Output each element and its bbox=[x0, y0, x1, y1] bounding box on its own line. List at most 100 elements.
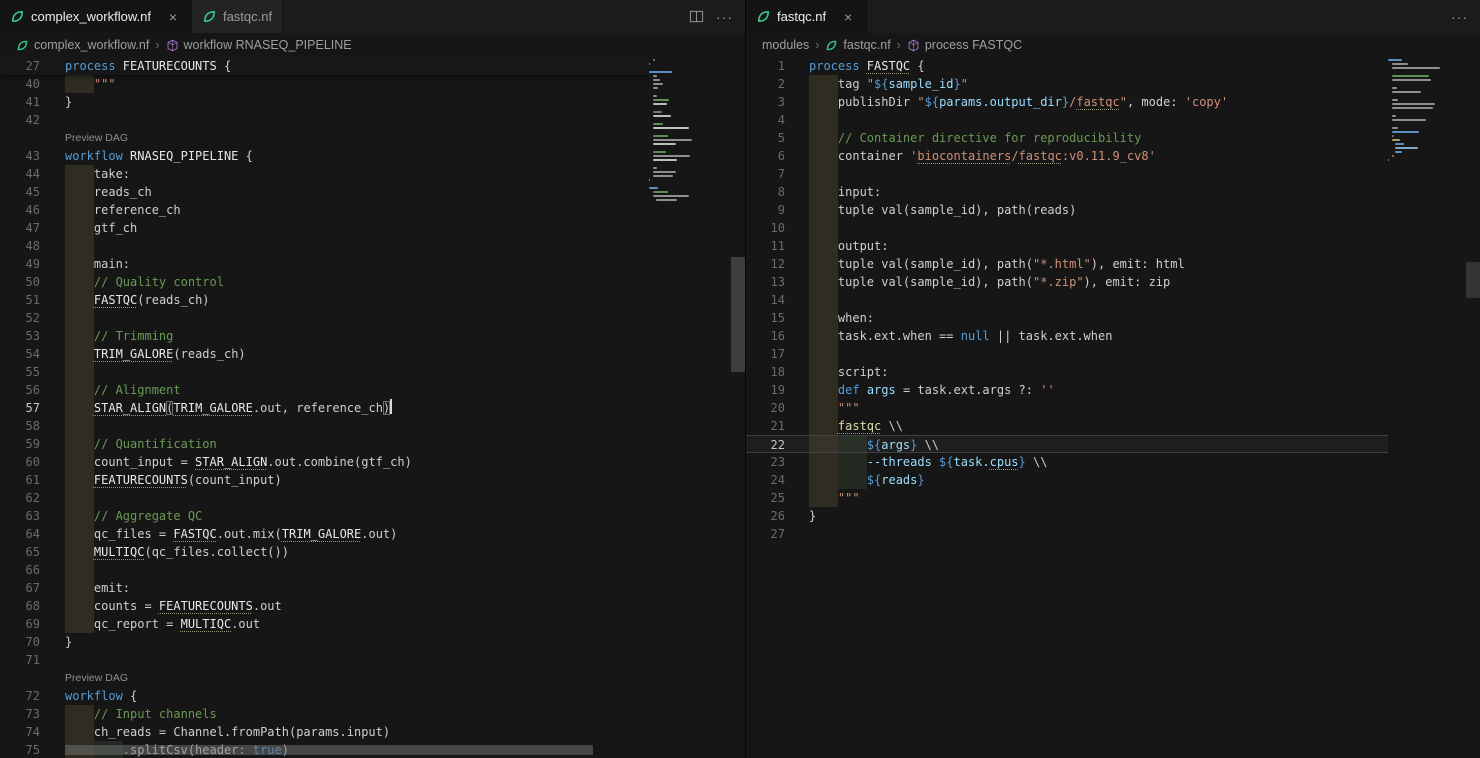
line-number[interactable]: 62 bbox=[0, 489, 40, 507]
line-number[interactable]: 14 bbox=[746, 291, 785, 309]
line-number[interactable]: 24 bbox=[746, 471, 785, 489]
horizontal-scrollbar[interactable] bbox=[65, 745, 593, 755]
code-line-41[interactable]: 41} bbox=[0, 93, 649, 111]
line-number[interactable]: 70 bbox=[0, 633, 40, 651]
code-line-40[interactable]: 40 """ bbox=[0, 75, 649, 93]
line-number[interactable]: 51 bbox=[0, 291, 40, 309]
line-number[interactable]: 44 bbox=[0, 165, 40, 183]
line-number[interactable]: 4 bbox=[746, 111, 785, 129]
code-line-69[interactable]: 69 qc_report = MULTIQC.out bbox=[0, 615, 649, 633]
code-line-3[interactable]: 3 publishDir "${params.output_dir}/fastq… bbox=[746, 93, 1388, 111]
line-number[interactable]: 10 bbox=[746, 219, 785, 237]
line-number[interactable]: 26 bbox=[746, 507, 785, 525]
code-line-61[interactable]: 61 FEATURECOUNTS(count_input) bbox=[0, 471, 649, 489]
code-line-74[interactable]: 74 ch_reads = Channel.fromPath(params.in… bbox=[0, 723, 649, 741]
right-code-area[interactable]: 1process FASTQC {2 tag "${sample_id}"3 p… bbox=[746, 57, 1388, 758]
code-line-27[interactable]: 27process FEATURECOUNTS { bbox=[0, 57, 649, 75]
code-line-44[interactable]: 44 take: bbox=[0, 165, 649, 183]
code-line-54[interactable]: 54 TRIM_GALORE(reads_ch) bbox=[0, 345, 649, 363]
code-line-21[interactable]: 21 fastqc \\ bbox=[746, 417, 1388, 435]
line-number[interactable]: 43 bbox=[0, 147, 40, 165]
breadcrumb-folder[interactable]: modules bbox=[762, 38, 809, 52]
code-line-67[interactable]: 67 emit: bbox=[0, 579, 649, 597]
line-number[interactable]: 7 bbox=[746, 165, 785, 183]
left-minimap[interactable] bbox=[649, 57, 731, 758]
line-number[interactable]: 2 bbox=[746, 75, 785, 93]
code-line-56[interactable]: 56 // Alignment bbox=[0, 381, 649, 399]
code-line-24[interactable]: 24 ${reads} bbox=[746, 471, 1388, 489]
code-line-57[interactable]: 57 STAR_ALIGN(TRIM_GALORE.out, reference… bbox=[0, 399, 649, 417]
line-number[interactable]: 71 bbox=[0, 651, 40, 669]
line-number[interactable]: 57 bbox=[0, 399, 40, 417]
code-line-22[interactable]: 22 ${args} \\ bbox=[746, 435, 1388, 453]
code-line-14[interactable]: 14 bbox=[746, 291, 1388, 309]
code-line-20[interactable]: 20 """ bbox=[746, 399, 1388, 417]
line-number[interactable]: 58 bbox=[0, 417, 40, 435]
code-line-71[interactable]: 71 bbox=[0, 651, 649, 669]
code-line-11[interactable]: 11 output: bbox=[746, 237, 1388, 255]
code-line-51[interactable]: 51 FASTQC(reads_ch) bbox=[0, 291, 649, 309]
line-number[interactable]: 21 bbox=[746, 417, 785, 435]
code-line-45[interactable]: 45 reads_ch bbox=[0, 183, 649, 201]
code-line-53[interactable]: 53 // Trimming bbox=[0, 327, 649, 345]
breadcrumb-symbol[interactable]: process FASTQC bbox=[907, 38, 1022, 52]
line-number[interactable]: 22 bbox=[746, 436, 785, 452]
code-line-72[interactable]: 72workflow { bbox=[0, 687, 649, 705]
line-number[interactable]: 27 bbox=[0, 57, 40, 75]
line-number[interactable]: 65 bbox=[0, 543, 40, 561]
code-line-73[interactable]: 73 // Input channels bbox=[0, 705, 649, 723]
code-line-15[interactable]: 15 when: bbox=[746, 309, 1388, 327]
code-line-64[interactable]: 64 qc_files = FASTQC.out.mix(TRIM_GALORE… bbox=[0, 525, 649, 543]
code-line-49[interactable]: 49 main: bbox=[0, 255, 649, 273]
code-line-8[interactable]: 8 input: bbox=[746, 183, 1388, 201]
right-minimap[interactable] bbox=[1388, 57, 1466, 758]
line-number[interactable]: 13 bbox=[746, 273, 785, 291]
line-number[interactable]: 5 bbox=[746, 129, 785, 147]
line-number[interactable]: 27 bbox=[746, 525, 785, 543]
line-number[interactable]: 67 bbox=[0, 579, 40, 597]
line-number[interactable]: 61 bbox=[0, 471, 40, 489]
code-line-18[interactable]: 18 script: bbox=[746, 363, 1388, 381]
breadcrumb-file[interactable]: fastqc.nf bbox=[825, 38, 890, 52]
line-number[interactable]: 42 bbox=[0, 111, 40, 129]
close-icon[interactable]: × bbox=[840, 9, 856, 25]
scrollbar-thumb[interactable] bbox=[731, 257, 745, 372]
code-line-70[interactable]: 70} bbox=[0, 633, 649, 651]
tab-fastqc-left[interactable]: fastqc.nf bbox=[192, 0, 283, 33]
code-line-43[interactable]: 43workflow RNASEQ_PIPELINE { bbox=[0, 147, 649, 165]
line-number[interactable]: 6 bbox=[746, 147, 785, 165]
code-line-46[interactable]: 46 reference_ch bbox=[0, 201, 649, 219]
line-number[interactable]: 16 bbox=[746, 327, 785, 345]
line-number[interactable]: 72 bbox=[0, 687, 40, 705]
line-number[interactable]: 63 bbox=[0, 507, 40, 525]
line-number[interactable]: 73 bbox=[0, 705, 40, 723]
line-number[interactable]: 40 bbox=[0, 75, 40, 93]
code-line-1[interactable]: 1process FASTQC { bbox=[746, 57, 1388, 75]
code-line-68[interactable]: 68 counts = FEATURECOUNTS.out bbox=[0, 597, 649, 615]
line-number[interactable]: 17 bbox=[746, 345, 785, 363]
code-line-9[interactable]: 9 tuple val(sample_id), path(reads) bbox=[746, 201, 1388, 219]
line-number[interactable]: 3 bbox=[746, 93, 785, 111]
code-line-6[interactable]: 6 container 'biocontainers/fastqc:v0.11.… bbox=[746, 147, 1388, 165]
code-line-5[interactable]: 5 // Container directive for reproducibi… bbox=[746, 129, 1388, 147]
right-vertical-scrollbar[interactable] bbox=[1466, 57, 1480, 758]
line-number[interactable]: 41 bbox=[0, 93, 40, 111]
more-actions-icon[interactable]: ··· bbox=[716, 9, 733, 25]
code-line-42[interactable]: 42 bbox=[0, 111, 649, 129]
line-number[interactable]: 23 bbox=[746, 453, 785, 471]
line-number[interactable]: 1 bbox=[746, 57, 785, 75]
code-line-55[interactable]: 55 bbox=[0, 363, 649, 381]
tab-fastqc-right[interactable]: fastqc.nf × bbox=[746, 0, 867, 33]
code-line-27[interactable]: 27 bbox=[746, 525, 1388, 543]
code-line-13[interactable]: 13 tuple val(sample_id), path("*.zip"), … bbox=[746, 273, 1388, 291]
more-actions-icon[interactable]: ··· bbox=[1451, 9, 1468, 25]
code-line-65[interactable]: 65 MULTIQC(qc_files.collect()) bbox=[0, 543, 649, 561]
tab-complex-workflow[interactable]: complex_workflow.nf × bbox=[0, 0, 192, 33]
code-line-50[interactable]: 50 // Quality control bbox=[0, 273, 649, 291]
line-number[interactable]: 59 bbox=[0, 435, 40, 453]
line-number[interactable]: 49 bbox=[0, 255, 40, 273]
code-line-62[interactable]: 62 bbox=[0, 489, 649, 507]
line-number[interactable]: 55 bbox=[0, 363, 40, 381]
code-line-48[interactable]: 48 bbox=[0, 237, 649, 255]
code-line-2[interactable]: 2 tag "${sample_id}" bbox=[746, 75, 1388, 93]
